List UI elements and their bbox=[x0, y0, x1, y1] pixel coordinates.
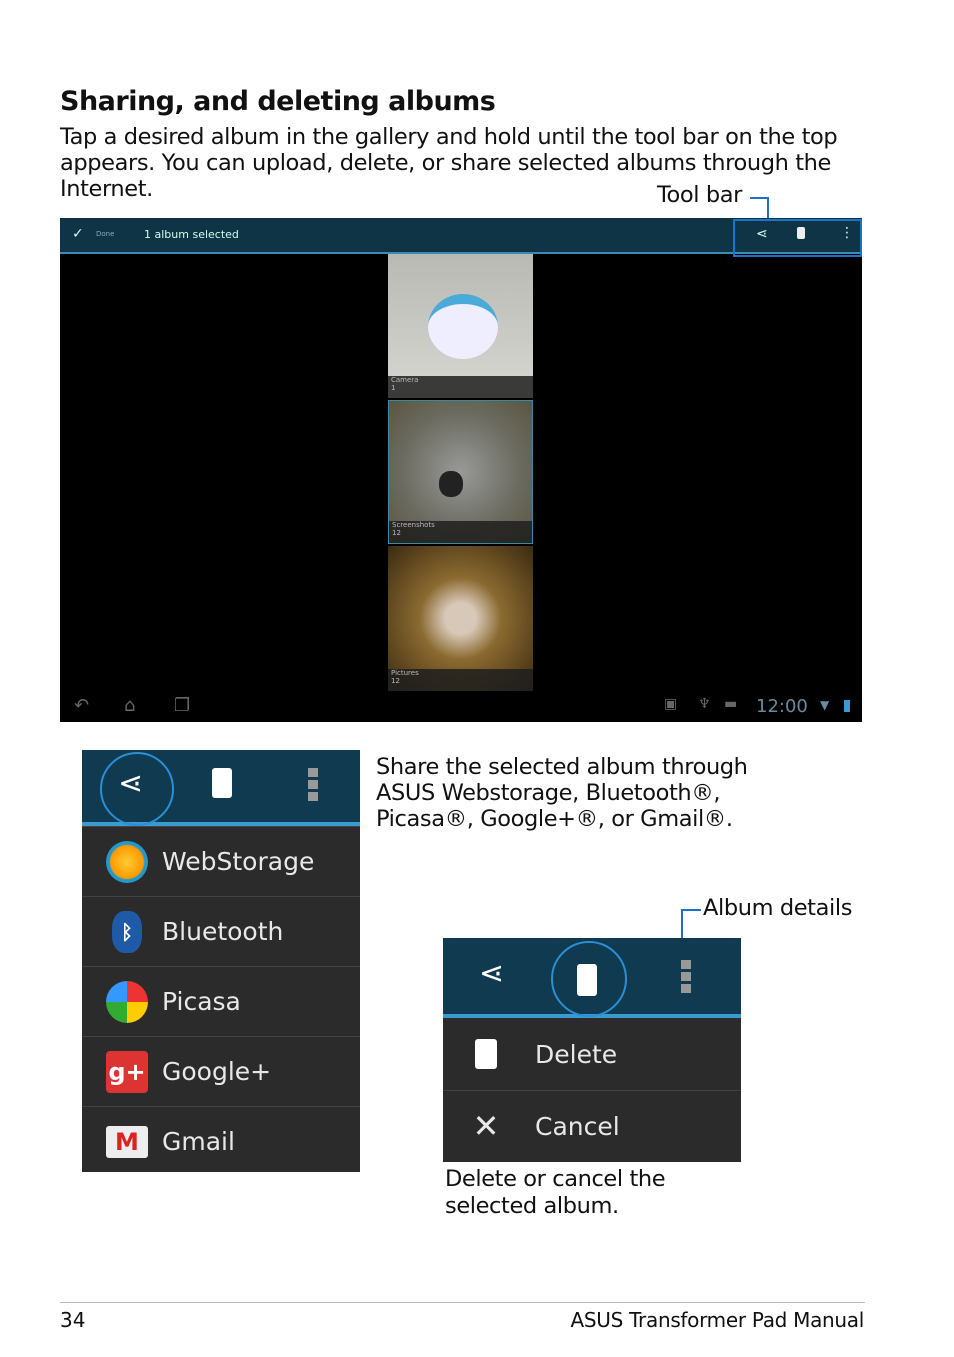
album-camera[interactable]: Camera 1 bbox=[388, 254, 533, 398]
album-pictures[interactable]: Pictures 12 bbox=[388, 546, 533, 691]
menu-item-label: Picasa bbox=[162, 987, 241, 1016]
clock: 12:00 bbox=[756, 696, 808, 717]
gmail-icon: M bbox=[106, 1125, 148, 1158]
callout-line bbox=[681, 909, 701, 911]
delete-menu-header: ⋖ bbox=[443, 938, 741, 1018]
close-icon: ✕ bbox=[472, 1107, 500, 1145]
battery-icon bbox=[844, 700, 850, 712]
share-icon[interactable]: ⋖ bbox=[479, 956, 504, 991]
selection-count[interactable]: 1 album selected bbox=[144, 228, 239, 241]
menu-item-label: WebStorage bbox=[162, 847, 315, 876]
picasa-icon bbox=[106, 980, 148, 1023]
gallery-screenshot: ✓ Done 1 album selected ⋖ ⋮ Camera 1 Scre… bbox=[60, 218, 862, 722]
overflow-icon[interactable] bbox=[308, 768, 318, 802]
delete-menu: ⋖ Delete ✕ Cancel bbox=[443, 938, 741, 1162]
share-webstorage[interactable]: WebStorage bbox=[82, 826, 360, 896]
share-description: Share the selected album through ASUS We… bbox=[376, 754, 748, 832]
trash-icon[interactable] bbox=[212, 768, 232, 798]
menu-item-label: Delete bbox=[535, 1039, 618, 1069]
googleplus-icon: g+ bbox=[106, 1050, 148, 1093]
share-icon[interactable]: ⋖ bbox=[756, 226, 768, 242]
overflow-icon[interactable] bbox=[681, 960, 691, 994]
share-picasa[interactable]: Picasa bbox=[82, 966, 360, 1036]
album-thumbnail bbox=[439, 471, 463, 497]
menu-item-label: Bluetooth bbox=[162, 917, 284, 946]
callout-line bbox=[750, 197, 768, 199]
sdcard-icon: ▬ bbox=[724, 696, 738, 712]
toolbar-callout: Tool bar bbox=[657, 182, 742, 208]
webstorage-icon bbox=[106, 840, 148, 883]
system-bar: ↶ ⌂ ❐ ▣ ♆ ▬ 12:00 ▼ bbox=[60, 692, 862, 722]
footer-divider bbox=[60, 1302, 865, 1303]
album-details-callout: Album details bbox=[703, 895, 853, 921]
wifi-icon: ▼ bbox=[820, 698, 830, 712]
album-count: 12 bbox=[392, 529, 401, 537]
menu-item-label: Gmail bbox=[162, 1127, 235, 1156]
page-title: Sharing, and deleting albums bbox=[60, 86, 496, 117]
action-toolbar: ✓ Done 1 album selected ⋖ ⋮ bbox=[60, 218, 862, 257]
album-count: 12 bbox=[391, 677, 400, 685]
check-icon[interactable]: ✓ bbox=[72, 226, 84, 242]
album-name: Pictures bbox=[391, 669, 419, 677]
manual-title: ASUS Transformer Pad Manual bbox=[570, 1308, 865, 1332]
share-icon[interactable]: ⋖ bbox=[118, 766, 143, 801]
trash-icon[interactable] bbox=[797, 227, 805, 239]
share-gmail[interactable]: M Gmail bbox=[82, 1106, 360, 1176]
album-name: Camera bbox=[391, 376, 419, 384]
overflow-icon[interactable]: ⋮ bbox=[840, 225, 854, 241]
album-count: 1 bbox=[391, 384, 396, 392]
share-bluetooth[interactable]: ᛒ Bluetooth bbox=[82, 896, 360, 966]
bluetooth-icon: ᛒ bbox=[112, 910, 142, 953]
back-icon[interactable]: ↶ bbox=[74, 695, 89, 716]
done-label[interactable]: Done bbox=[96, 230, 114, 238]
share-menu-header: ⋖ bbox=[82, 750, 360, 826]
share-googleplus[interactable]: g+ Google+ bbox=[82, 1036, 360, 1106]
share-menu: ⋖ WebStorage ᛒ Bluetooth Picasa g+ Google+… bbox=[82, 750, 360, 1172]
album-caption: Camera 1 bbox=[388, 376, 533, 398]
recent-apps-icon[interactable]: ❐ bbox=[174, 695, 190, 716]
home-icon[interactable]: ⌂ bbox=[124, 695, 135, 716]
album-caption: Pictures 12 bbox=[388, 669, 533, 691]
album-name: Screenshots bbox=[392, 521, 435, 529]
delete-option[interactable]: Delete bbox=[443, 1018, 741, 1090]
usb-icon: ♆ bbox=[698, 696, 711, 712]
trash-icon bbox=[475, 1039, 497, 1069]
delete-description: Delete or cancel the selected album. bbox=[445, 1166, 666, 1219]
album-thumbnail bbox=[428, 294, 498, 359]
gallery-notification-icon: ▣ bbox=[664, 696, 678, 712]
cancel-option[interactable]: ✕ Cancel bbox=[443, 1090, 741, 1161]
manual-page: Sharing, and deleting albums Tap a desir… bbox=[0, 0, 954, 1357]
page-number: 34 bbox=[60, 1308, 86, 1332]
menu-item-label: Cancel bbox=[535, 1111, 620, 1141]
album-screenshots[interactable]: Screenshots 12 bbox=[388, 400, 533, 544]
trash-icon[interactable] bbox=[577, 964, 597, 996]
menu-item-label: Google+ bbox=[162, 1057, 272, 1086]
album-caption: Screenshots 12 bbox=[389, 521, 532, 543]
